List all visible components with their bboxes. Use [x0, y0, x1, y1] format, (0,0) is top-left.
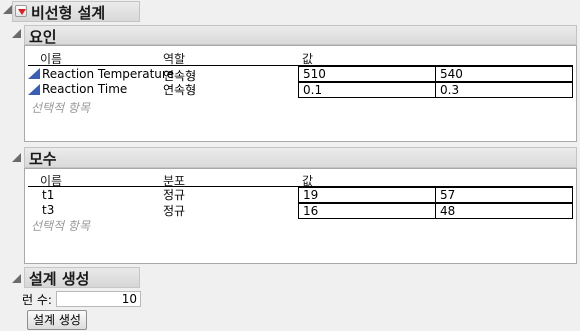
parameter-value-1[interactable]: 19 — [298, 187, 435, 203]
parameter-value-2[interactable]: 48 — [435, 203, 573, 219]
make-design-button[interactable]: 설계 생성 — [27, 310, 87, 330]
parameters-header — [24, 147, 577, 168]
factors-optional-item[interactable]: 선택적 항목 — [31, 99, 90, 116]
red-triangle-menu-icon-button[interactable] — [15, 5, 27, 17]
parameter-value-1[interactable]: 16 — [298, 203, 435, 219]
parameter-distribution[interactable]: 정규 — [163, 202, 185, 219]
factor-role: 연속형 — [163, 83, 197, 97]
collapse-factors-icon[interactable] — [12, 29, 21, 38]
continuous-factor-icon — [28, 84, 40, 95]
page-title: 비선형 설계 — [31, 4, 106, 22]
factor-name[interactable]: Reaction Time — [42, 82, 127, 96]
collapse-design-icon[interactable] — [12, 274, 21, 283]
parameter-name[interactable]: t3 — [42, 203, 54, 217]
continuous-factor-icon — [28, 68, 40, 79]
factors-title: 요인 — [29, 28, 57, 46]
factor-high-value[interactable]: 0.3 — [435, 82, 573, 98]
runs-label: 런 수: — [22, 293, 52, 307]
parameter-name[interactable]: t1 — [42, 188, 54, 202]
collapse-nonlinear-design-icon[interactable] — [3, 5, 12, 14]
parameter-value-2[interactable]: 57 — [435, 187, 573, 203]
parameter-distribution[interactable]: 정규 — [163, 186, 185, 203]
factor-low-value[interactable]: 0.1 — [298, 82, 435, 98]
runs-input[interactable]: 10 — [56, 291, 141, 307]
design-title: 설계 생성 — [29, 270, 90, 288]
parameters-title: 모수 — [29, 150, 57, 168]
factors-header — [24, 25, 577, 45]
collapse-parameters-icon[interactable] — [12, 153, 21, 162]
factor-name[interactable]: Reaction Temperature — [42, 67, 174, 81]
factor-high-value[interactable]: 540 — [435, 66, 573, 82]
factor-low-value[interactable]: 510 — [298, 66, 435, 82]
parameters-optional-item[interactable]: 선택적 항목 — [31, 217, 90, 234]
